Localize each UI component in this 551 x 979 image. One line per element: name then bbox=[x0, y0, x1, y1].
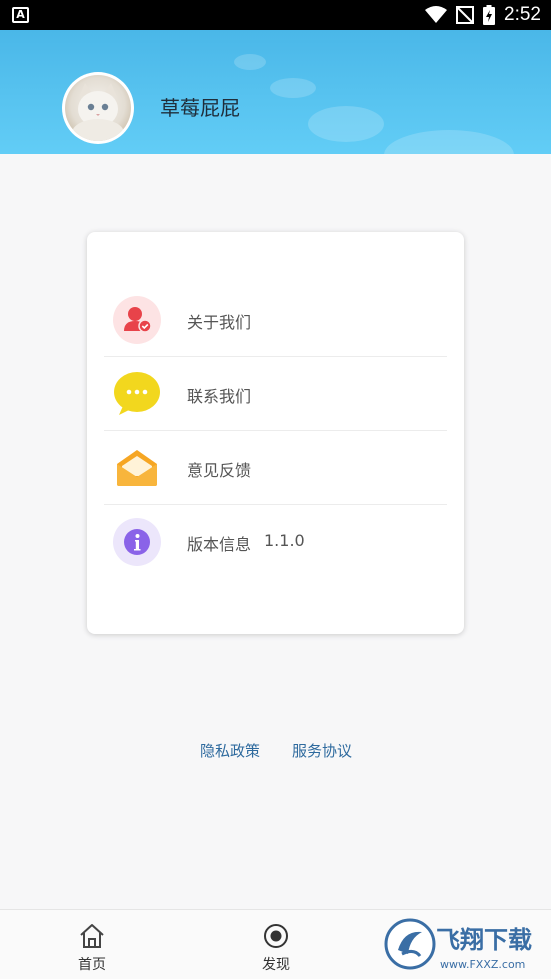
home-icon bbox=[80, 924, 104, 948]
username: 草莓屁屁 bbox=[160, 96, 240, 120]
signal-icon bbox=[456, 6, 475, 24]
nav-item-label: 首页 bbox=[78, 957, 106, 973]
wifi-icon bbox=[425, 6, 448, 23]
menu-card: 关于我们 联系我们 意见反馈 版本信息 1.1.0 bbox=[87, 232, 464, 634]
status-bar: A 2:52 bbox=[0, 0, 551, 30]
app-notification-icon: A bbox=[12, 7, 29, 23]
chat-bubble-icon bbox=[113, 370, 161, 418]
nav-item-discover[interactable]: 发现 bbox=[226, 910, 326, 979]
menu-item-label: 意见反馈 bbox=[187, 461, 252, 480]
version-number: 1.1.0 bbox=[264, 531, 305, 550]
nav-item-home[interactable]: 首页 bbox=[42, 910, 142, 979]
envelope-icon bbox=[113, 444, 161, 492]
discover-icon bbox=[264, 924, 288, 948]
menu-item-contact-us[interactable]: 联系我们 bbox=[104, 357, 447, 431]
header-decoration bbox=[270, 78, 316, 98]
menu-item-feedback[interactable]: 意见反馈 bbox=[104, 431, 447, 505]
cat-avatar-icon bbox=[72, 83, 124, 141]
watermark: 飞翔下载 www.FXXZ.com bbox=[384, 914, 549, 974]
privacy-policy-link[interactable]: 隐私政策 bbox=[200, 740, 260, 761]
menu-item-label: 联系我们 bbox=[187, 387, 252, 406]
status-icons: 2:52 bbox=[425, 0, 541, 30]
profile-header: 草莓屁屁 bbox=[0, 30, 551, 154]
svg-text:www.FXXZ.com: www.FXXZ.com bbox=[440, 958, 525, 971]
menu-item-about-us[interactable]: 关于我们 bbox=[104, 283, 447, 357]
clock: 2:52 bbox=[504, 4, 541, 25]
menu-item-label: 版本信息 bbox=[187, 535, 252, 554]
header-decoration bbox=[234, 54, 266, 70]
header-decoration bbox=[384, 130, 514, 154]
about-us-icon bbox=[113, 296, 161, 344]
battery-charging-icon bbox=[483, 5, 496, 25]
menu-item-version[interactable]: 版本信息 1.1.0 bbox=[104, 505, 447, 579]
svg-text:飞翔下载: 飞翔下载 bbox=[436, 926, 532, 954]
header-decoration bbox=[308, 106, 384, 142]
terms-of-service-link[interactable]: 服务协议 bbox=[292, 740, 352, 761]
avatar[interactable] bbox=[62, 72, 134, 144]
info-icon bbox=[113, 518, 161, 566]
nav-item-label: 发现 bbox=[262, 957, 290, 973]
menu-item-label: 关于我们 bbox=[187, 313, 252, 332]
